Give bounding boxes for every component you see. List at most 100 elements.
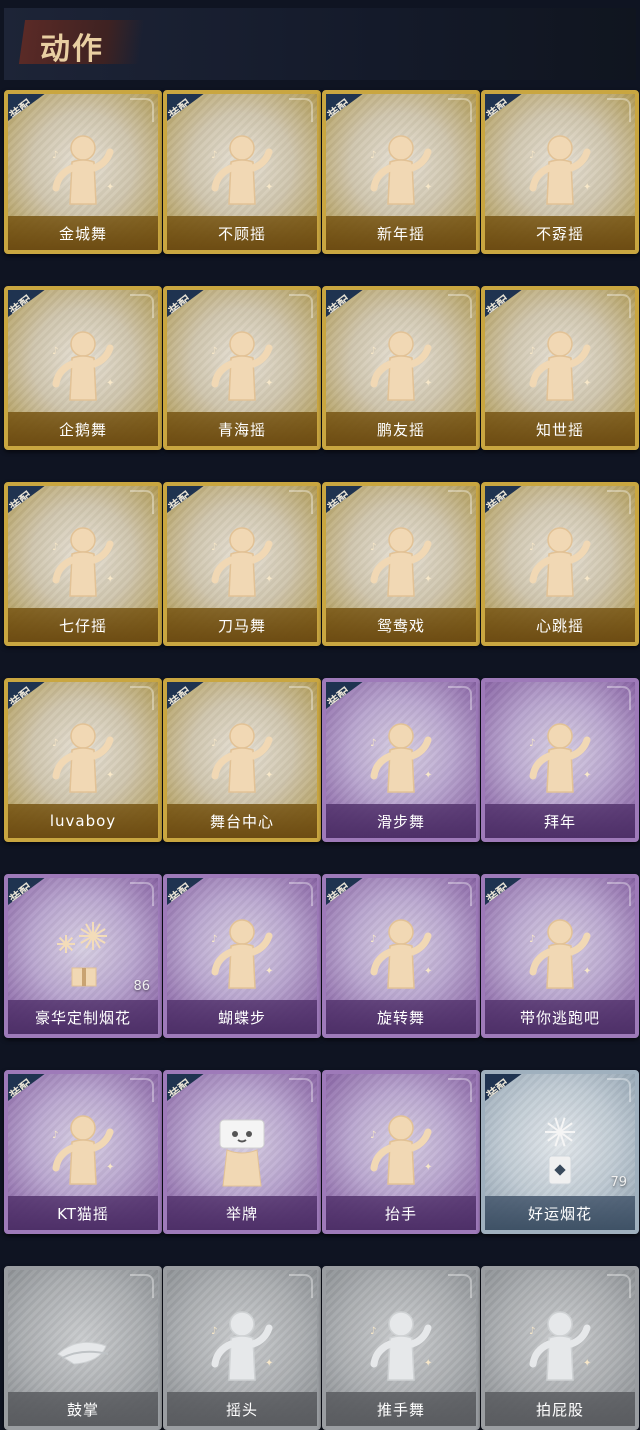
- corner-ornament: [289, 294, 313, 318]
- corner-ornament: [607, 98, 631, 122]
- dancer-raise-arm-icon: ♪ ✦: [525, 130, 595, 210]
- sign-holder-icon: [207, 1110, 277, 1190]
- dancer-headshake-icon: ♪ ✦: [207, 1306, 277, 1386]
- corner-ornament: [448, 882, 472, 906]
- svg-text:✦: ✦: [106, 574, 114, 585]
- svg-text:✦: ✦: [424, 182, 432, 193]
- emote-card[interactable]: 装配 ♪ ✦ 蝴蝶步: [163, 874, 321, 1038]
- emote-card[interactable]: ♪ ✦ 拍屁股: [481, 1266, 639, 1430]
- svg-text:✦: ✦: [265, 966, 273, 977]
- dancer-run-icon: ♪ ✦: [525, 914, 595, 994]
- dancer-point-icon: ♪ ✦: [207, 130, 277, 210]
- emote-card[interactable]: 装配 ♪ ✦ 知世摇: [481, 286, 639, 450]
- emote-name: 金城舞: [8, 216, 158, 250]
- svg-text:✦: ✦: [424, 770, 432, 781]
- svg-text:♪: ♪: [52, 738, 58, 749]
- emote-card[interactable]: 装配 ♪ ✦ 企鹅舞: [4, 286, 162, 450]
- svg-text:♪: ♪: [370, 1326, 376, 1337]
- equipped-badge: 装配: [167, 290, 209, 320]
- emote-card[interactable]: 装配 ♪ ✦ luvaboy: [4, 678, 162, 842]
- svg-text:♪: ♪: [529, 738, 535, 749]
- emote-name: 滑步舞: [326, 804, 476, 838]
- corner-ornament: [289, 882, 313, 906]
- dancer-shake-icon: ♪ ✦: [207, 326, 277, 406]
- item-count: 86: [133, 979, 150, 994]
- clap-hands-icon: [48, 1306, 118, 1386]
- emote-card[interactable]: 装配 ♪ ✦ 旋转舞: [322, 874, 480, 1038]
- emote-card[interactable]: 装配 ♪ ✦ 不孬摇: [481, 90, 639, 254]
- emote-name: 心跳摇: [485, 608, 635, 642]
- svg-text:♪: ♪: [211, 346, 217, 357]
- emote-card[interactable]: 装配 ♪ ✦ KT猫摇: [4, 1070, 162, 1234]
- equipped-badge: 装配: [167, 682, 209, 712]
- svg-text:♪: ♪: [211, 150, 217, 161]
- equipped-badge-label: 装配: [7, 684, 35, 711]
- equipped-badge-label: 装配: [7, 1076, 35, 1103]
- emote-card[interactable]: 装配 ♪ ✦ 鹏友摇: [322, 286, 480, 450]
- emote-card[interactable]: 装配 ♪ ✦ 带你逃跑吧: [481, 874, 639, 1038]
- emote-name: 蝴蝶步: [167, 1000, 317, 1034]
- equipped-badge-label: 装配: [7, 880, 35, 907]
- corner-ornament: [289, 490, 313, 514]
- emote-card[interactable]: 鼓掌: [4, 1266, 162, 1430]
- svg-text:♪: ♪: [370, 934, 376, 945]
- svg-text:♪: ♪: [370, 738, 376, 749]
- svg-text:✦: ✦: [424, 966, 432, 977]
- emote-card[interactable]: 装配 79 好运烟花: [481, 1070, 639, 1234]
- dancer-push-icon: ♪ ✦: [366, 1306, 436, 1386]
- emote-card[interactable]: 装配 ♪ ✦ 新年摇: [322, 90, 480, 254]
- corner-ornament: [607, 294, 631, 318]
- equipped-badge-label: 装配: [484, 292, 512, 319]
- dancer-point-icon: ♪ ✦: [207, 914, 277, 994]
- dancer-bow-icon: ♪ ✦: [525, 718, 595, 798]
- emote-name: 不顾摇: [167, 216, 317, 250]
- emote-card[interactable]: 装配 ♪ ✦ 青海摇: [163, 286, 321, 450]
- dancer-penguin-icon: ♪ ✦: [48, 326, 118, 406]
- emote-card[interactable]: 装配 ♪ ✦ 滑步舞: [322, 678, 480, 842]
- emote-card[interactable]: 装配 ♪ ✦ 鸳鸯戏: [322, 482, 480, 646]
- svg-text:♪: ♪: [211, 738, 217, 749]
- corner-ornament: [130, 490, 154, 514]
- emote-name: 拍屁股: [485, 1392, 635, 1426]
- dancer-sway-icon: ♪ ✦: [366, 326, 436, 406]
- emote-card[interactable]: 装配 ♪ ✦ 金城舞: [4, 90, 162, 254]
- emote-card[interactable]: 装配 ♪ ✦ 七仔摇: [4, 482, 162, 646]
- svg-text:✦: ✦: [424, 378, 432, 389]
- svg-text:♪: ♪: [52, 1130, 58, 1141]
- emote-name: 企鹅舞: [8, 412, 158, 446]
- svg-text:✦: ✦: [583, 182, 591, 193]
- corner-ornament: [607, 1078, 631, 1102]
- emote-card[interactable]: ♪ ✦ 拜年: [481, 678, 639, 842]
- svg-text:✦: ✦: [424, 1358, 432, 1369]
- svg-text:♪: ♪: [529, 346, 535, 357]
- emote-name: 好运烟花: [485, 1196, 635, 1230]
- svg-text:♪: ♪: [370, 1130, 376, 1141]
- emote-card[interactable]: 装配 ♪ ✦ 刀马舞: [163, 482, 321, 646]
- corner-ornament: [130, 1078, 154, 1102]
- emote-card[interactable]: ♪ ✦ 抬手: [322, 1070, 480, 1234]
- emote-card[interactable]: 装配 ♪ ✦ 舞台中心: [163, 678, 321, 842]
- corner-ornament: [607, 490, 631, 514]
- emote-card[interactable]: 装配 ♪ ✦ 心跳摇: [481, 482, 639, 646]
- dancer-stage-icon: ♪ ✦: [207, 718, 277, 798]
- corner-ornament: [448, 1274, 472, 1298]
- equipped-badge: 装配: [7, 1074, 50, 1104]
- svg-text:✦: ✦: [265, 1358, 273, 1369]
- emote-grid: 装配 ♪ ✦ 金城舞 装配 ♪ ✦ 不顾摇 装配 ♪ ✦ 新年摇 装配 ♪ ✦ 不孬摇 装配: [4, 90, 639, 1430]
- dancer-spin-icon: ♪ ✦: [366, 914, 436, 994]
- emote-card[interactable]: 装配 举牌: [163, 1070, 321, 1234]
- svg-text:✦: ✦: [106, 770, 114, 781]
- svg-text:✦: ✦: [583, 574, 591, 585]
- emote-card[interactable]: ♪ ✦ 摇头: [163, 1266, 321, 1430]
- equipped-badge: 装配: [326, 486, 368, 516]
- corner-ornament: [607, 1274, 631, 1298]
- firework-can-icon: [525, 1110, 595, 1190]
- corner-ornament: [289, 98, 313, 122]
- svg-text:✦: ✦: [583, 966, 591, 977]
- emote-card[interactable]: ♪ ✦ 推手舞: [322, 1266, 480, 1430]
- emote-card[interactable]: 装配 86 豪华定制烟花: [4, 874, 162, 1038]
- svg-text:♪: ♪: [370, 150, 376, 161]
- corner-ornament: [448, 490, 472, 514]
- emote-card[interactable]: 装配 ♪ ✦ 不顾摇: [163, 90, 321, 254]
- emote-name: 拜年: [485, 804, 635, 838]
